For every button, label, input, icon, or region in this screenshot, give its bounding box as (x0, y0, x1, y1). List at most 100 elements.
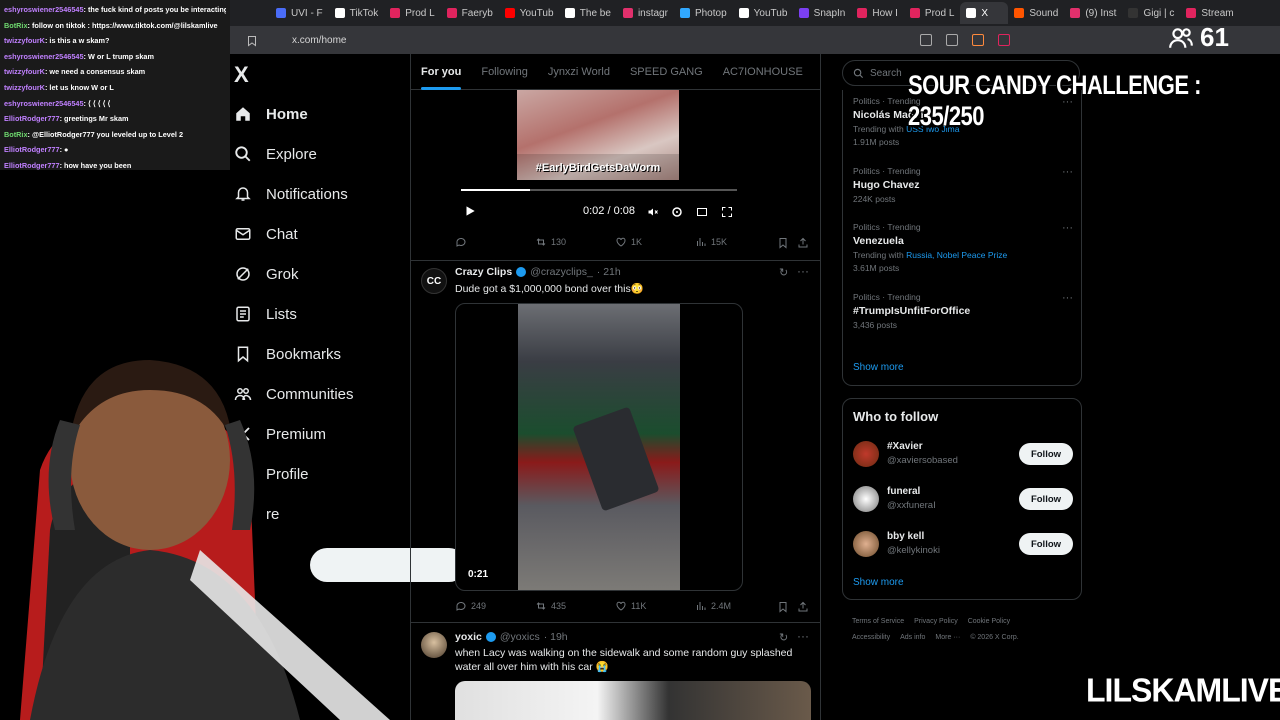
post3-header: yoxic @yoxics · 19h (455, 631, 568, 643)
follow-suggestion[interactable]: #Xavier @xaviersobased Follow (853, 439, 1073, 475)
follow-button[interactable]: Follow (1019, 488, 1073, 510)
footer-link[interactable]: More ··· (935, 634, 960, 641)
post2-header: Crazy Clips @crazyclips_ · 21h (455, 266, 621, 278)
browser-tab[interactable]: Gigi | c (1122, 2, 1180, 24)
bookmark-icon[interactable] (777, 600, 789, 618)
browser-tab[interactable]: Faeryb (441, 2, 499, 24)
reply-action[interactable] (455, 236, 467, 248)
browser-tab[interactable]: SnapIn (793, 2, 852, 24)
browser-tab[interactable]: YouTub (733, 2, 793, 24)
grok-icon[interactable]: ↻ (779, 631, 788, 644)
bookmark-icon[interactable] (777, 236, 789, 254)
feed-tab[interactable]: Jynxzi World (538, 54, 620, 90)
avatar[interactable] (853, 486, 879, 512)
browser-tab[interactable]: Prod L (384, 2, 440, 24)
repost-action[interactable]: 130 (535, 236, 566, 248)
views-action[interactable]: 2.4M (695, 600, 731, 612)
browser-tab[interactable]: UVI - F (270, 2, 329, 24)
follow-suggestion[interactable]: bby kell @kellykinoki Follow (853, 529, 1073, 565)
avatar[interactable] (853, 531, 879, 557)
avatar[interactable]: CC (421, 268, 447, 294)
trends-show-more[interactable]: Show more (853, 362, 904, 373)
footer-link[interactable]: Cookie Policy (968, 618, 1010, 625)
browser-tab[interactable]: How I (851, 2, 904, 24)
trend-more-icon[interactable]: ··· (1062, 166, 1073, 178)
share-icon[interactable] (797, 600, 809, 618)
browser-tab[interactable]: The be (559, 2, 617, 24)
author-handle[interactable]: @crazyclips_ (530, 266, 593, 278)
avatar[interactable] (853, 441, 879, 467)
post2-video[interactable]: 0:21 (455, 303, 743, 591)
feed-tab[interactable]: SPEED GANG (620, 54, 713, 90)
follow-suggestion[interactable]: funeral @xxfuneraI Follow (853, 484, 1073, 520)
author-name[interactable]: yoxic (455, 631, 482, 643)
share-icon[interactable] (946, 34, 958, 46)
divider (411, 260, 820, 261)
sidebar-item-notifications[interactable]: Notifications (234, 179, 348, 209)
browser-tab[interactable]: Prod L (904, 2, 960, 24)
post3-media[interactable] (455, 681, 811, 720)
browser-tab[interactable]: X (960, 2, 1009, 24)
footer-link[interactable]: Accessibility (852, 634, 890, 641)
trend-related-link[interactable]: Russia, Nobel Peace Prize (906, 250, 1007, 260)
trend-item[interactable]: Politics · Trending Hugo Chavez 224K posts… (853, 166, 1073, 204)
trend-item[interactable]: Politics · Trending Venezuela Trending wit… (853, 222, 1073, 273)
sidebar-item-explore[interactable]: Explore (234, 139, 317, 169)
follow-button[interactable]: Follow (1019, 443, 1073, 465)
mute-icon[interactable] (647, 205, 659, 223)
share-icon[interactable] (797, 236, 809, 254)
trend-item[interactable]: Politics · Trending #TrumpIsUnfitForOffic… (853, 292, 1073, 330)
views-action[interactable]: 15K (695, 236, 727, 248)
like-action[interactable]: 1K (615, 236, 642, 248)
settings-icon[interactable] (671, 205, 683, 223)
follow-show-more[interactable]: Show more (853, 577, 904, 588)
avatar[interactable] (421, 632, 447, 658)
chat-username: twizzyfourK (4, 67, 45, 77)
footer-link[interactable]: Terms of Service (852, 618, 904, 625)
follow-button[interactable]: Follow (1019, 533, 1073, 555)
extension-icon[interactable] (998, 34, 1010, 46)
repost-action[interactable]: 435 (535, 600, 566, 612)
sidebar-item-home[interactable]: Home (234, 99, 308, 129)
bookmark-star-icon[interactable] (246, 34, 258, 52)
browser-tab[interactable]: TikTok (329, 2, 385, 24)
feed-tab[interactable]: For you (411, 54, 471, 90)
pip-icon[interactable] (696, 205, 708, 223)
feed-tab[interactable]: Following (471, 54, 537, 90)
footer-link[interactable]: Ads info (900, 634, 925, 641)
fullscreen-icon[interactable] (721, 205, 733, 223)
post-age: · 21h (596, 266, 621, 278)
screen-icon[interactable] (920, 34, 932, 46)
browser-tab[interactable]: Sound (1008, 2, 1064, 24)
browser-tab[interactable]: Photop (674, 2, 733, 24)
footer-link[interactable]: © 2026 X Corp. (970, 634, 1018, 641)
feed-tab[interactable]: AC7IONHOUSE (713, 54, 813, 90)
feed-tabs: For you Following Jynxzi World SPEED GANG AC… (411, 54, 820, 90)
browser-tab[interactable]: Stream (1180, 2, 1239, 24)
browser-tab[interactable]: (9) Inst (1064, 2, 1122, 24)
trend-more-icon[interactable]: ··· (1062, 222, 1073, 234)
reply-action[interactable]: 249 (455, 600, 486, 612)
sidebar-item-lists[interactable]: Lists (234, 299, 297, 329)
sidebar-item-chat[interactable]: Chat (234, 219, 298, 249)
url-text[interactable]: x.com/home (292, 35, 346, 46)
post1-video[interactable]: #EarlyBirdGetsDaWorm (517, 90, 679, 180)
browser-tab[interactable]: instagr (617, 2, 674, 24)
video-progress-track[interactable] (461, 189, 737, 191)
sidebar-item-grok[interactable]: Grok (234, 259, 299, 289)
more-icon[interactable]: ··· (797, 264, 809, 278)
author-name[interactable]: Crazy Clips (455, 266, 512, 278)
author-handle[interactable]: @yoxics (500, 631, 540, 643)
sidebar-item-label: Grok (266, 265, 299, 283)
browser-tab[interactable]: YouTub (499, 2, 559, 24)
feed-tab[interactable]: B (813, 54, 820, 90)
play-icon[interactable] (463, 204, 477, 223)
shield-icon[interactable] (972, 34, 984, 46)
trend-more-icon[interactable]: ··· (1062, 292, 1073, 304)
tab-favicon-icon (390, 8, 401, 18)
x-logo[interactable]: X (234, 62, 249, 88)
grok-icon[interactable]: ↻ (779, 266, 788, 279)
footer-link[interactable]: Privacy Policy (914, 618, 958, 625)
more-icon[interactable]: ··· (797, 629, 809, 643)
like-action[interactable]: 11K (615, 600, 646, 612)
